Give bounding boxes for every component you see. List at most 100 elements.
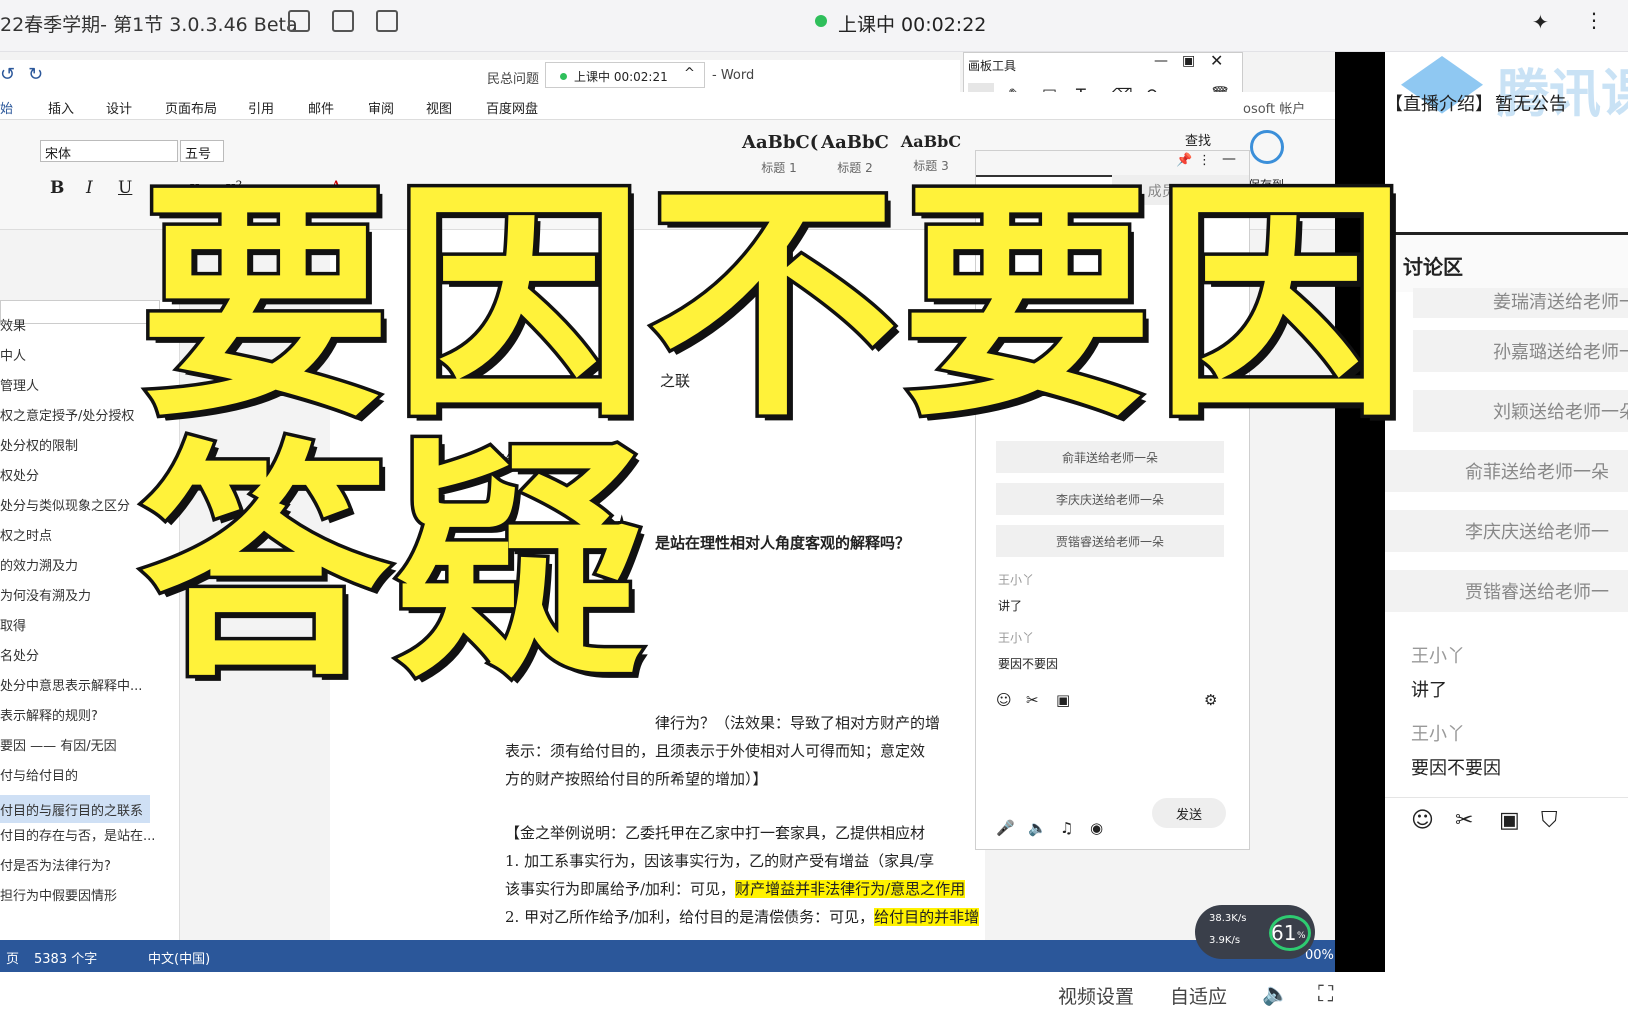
nav-item[interactable]: 权之时点 — [0, 525, 52, 544]
doc-highlight: 财产增益并非法律行为/意思之作用 — [735, 880, 966, 898]
volume-icon[interactable]: 🔈 — [1262, 982, 1289, 1007]
bold-button[interactable]: B — [50, 178, 64, 198]
nav-item[interactable]: 付目的与履行目的之联系 — [0, 795, 150, 823]
nav-item[interactable]: 处分权的限制 — [0, 435, 78, 454]
tab-design[interactable]: 设计 — [106, 98, 132, 117]
pin-icon[interactable]: ✦ — [1532, 10, 1549, 34]
popout-icon[interactable] — [332, 10, 354, 32]
style-preview: AaBbC — [821, 132, 889, 153]
underline-button[interactable]: U — [118, 178, 132, 198]
nav-item[interactable]: 担行为中假要因情形 — [0, 885, 117, 904]
nav-item[interactable]: 表示解释的规则? — [0, 705, 98, 724]
tab-mailings[interactable]: 邮件 — [308, 98, 334, 117]
nav-item[interactable]: 效果 — [0, 315, 26, 334]
gift-message: 李庆庆送给老师一 — [1385, 510, 1628, 552]
speaker-icon[interactable]: 🔈 — [1028, 819, 1047, 837]
overlay-title-line1: 要因不要因 — [137, 159, 1410, 450]
restore-icon[interactable]: ▣ — [1182, 53, 1195, 69]
report-icon[interactable] — [376, 10, 398, 32]
gift-message: 姜瑞清送给老师一 — [1413, 288, 1628, 318]
doc-line: 表示：须有给付目的，且须表示于外使相对人可得而知；意定效 — [505, 742, 926, 760]
nav-item[interactable]: 名处分 — [0, 645, 39, 664]
tab-view[interactable]: 视图 — [426, 98, 452, 117]
tab-references[interactable]: 引用 — [248, 98, 274, 117]
settings-icon[interactable]: ⚙ — [1204, 691, 1217, 709]
tab-review[interactable]: 审阅 — [368, 98, 394, 117]
nav-item[interactable]: 取得 — [0, 615, 26, 634]
video-settings-button[interactable]: 视频设置 — [1058, 982, 1134, 1009]
doc-line: 2. 甲对乙所作给予/加利，给付目的是清偿债务：可见，给付目的并非增 — [505, 906, 980, 927]
doc-line: 方的财产按照给付目的所希望的增加）】 — [505, 770, 768, 788]
nav-item[interactable]: 管理人 — [0, 375, 39, 394]
gift-message: 刘颖送给老师一朵 — [1413, 390, 1628, 432]
chat-icon[interactable] — [288, 10, 310, 32]
minimize-icon[interactable]: — — [1154, 53, 1168, 69]
language[interactable]: 中文(中国) — [148, 948, 210, 967]
doc-line: 1. 加工系事实行为，因该事实行为，乙的财产受有增益（家具/享 — [505, 852, 935, 870]
tab-home[interactable]: 始 — [0, 98, 13, 117]
nav-item[interactable]: 权之意定授予/处分授权 — [0, 405, 134, 424]
nav-item[interactable]: 处分与类似现象之区分 — [0, 495, 130, 514]
tab-layout[interactable]: 页面布局 — [165, 98, 217, 117]
message-user: 王小丫 — [1411, 646, 1465, 667]
fit-button[interactable]: 自适应 — [1170, 982, 1227, 1009]
nav-item[interactable]: 中人 — [0, 345, 26, 364]
scissors-icon[interactable]: ✂ — [1455, 808, 1473, 833]
nav-item[interactable]: 付目的存在与否，是站在... — [0, 825, 155, 844]
message-text: 讲了 — [998, 599, 1023, 613]
italic-button[interactable]: I — [86, 178, 93, 198]
style-preview: AaBbC — [900, 132, 962, 151]
inner-live-status: 上课中 00:02:21 — [574, 70, 668, 84]
emoji-icon[interactable]: ☺ — [1411, 808, 1434, 833]
gift-message: 李庆庆送给老师一朵 — [996, 483, 1224, 515]
notice-label: 【直播介绍】 — [1385, 94, 1493, 115]
upload-speed: 38.3K/s — [1209, 913, 1247, 924]
nav-item[interactable]: 付是否为法律行为? — [0, 855, 111, 874]
image-icon[interactable]: ▣ — [1499, 808, 1520, 833]
account-label[interactable]: osoft 帐户 — [1243, 98, 1305, 117]
doc-title: - Word — [712, 68, 755, 83]
fullscreen-icon[interactable]: ⛶ — [1318, 982, 1333, 1007]
music-icon[interactable]: ♫ — [1060, 819, 1073, 837]
live-status: 上课中 00:02:22 — [838, 14, 987, 36]
camera-icon[interactable]: ◉ — [1090, 819, 1103, 837]
nav-item[interactable]: 的效力溯及力 — [0, 555, 78, 574]
nav-item[interactable]: 付与给付目的 — [0, 765, 78, 784]
mic-icon[interactable]: 🎤 — [996, 819, 1015, 837]
qa-tab[interactable]: 民总问题 — [487, 68, 539, 87]
network-meter: 38.3K/s 3.9K/s 61 % — [1195, 905, 1315, 959]
redo-icon[interactable]: ↻ — [28, 64, 43, 85]
send-button[interactable]: 发送 — [1152, 798, 1226, 828]
inner-live-box: 上课中 00:02:21 ^ — [545, 62, 705, 88]
panel-tab-discussion[interactable]: 讨论区 — [1385, 232, 1628, 292]
find-button[interactable]: 查找 — [1185, 130, 1211, 149]
right-panel: 腾讯课 【直播介绍】 暂无公告 讨论区 姜瑞清送给老师一 孙嘉璐送给老师一 刘颖… — [1385, 52, 1628, 1017]
image-icon[interactable]: ▣ — [1056, 691, 1070, 709]
player-bottom-bar: 视频设置 自适应 🔈 ⛶ — [0, 972, 1335, 1017]
message-user: 王小丫 — [998, 573, 1035, 587]
nav-item[interactable]: 要因 —— 有因/无因 — [0, 735, 117, 754]
emoji-icon[interactable]: ☺ — [996, 691, 1012, 709]
tab-insert[interactable]: 插入 — [48, 98, 74, 117]
shield-icon[interactable]: ⛉ — [1541, 808, 1558, 833]
more-icon[interactable]: ⋮ — [1584, 8, 1604, 32]
tab-baidu[interactable]: 百度网盘 — [486, 98, 538, 117]
zoom-level[interactable]: 00% — [1305, 948, 1334, 963]
doc-line: 【金之举例说明：乙委托甲在乙家中打一套家具，乙提供相应材 — [505, 824, 926, 842]
doc-line: 律行为？（法效果：导致了相对方财产的增 — [655, 714, 941, 732]
nav-item[interactable]: 处分中意思表示解释中... — [0, 675, 142, 694]
nav-item[interactable]: 权处分 — [0, 465, 39, 484]
overlay-title-line2: 答疑 — [137, 419, 648, 710]
chevron-up-icon[interactable]: ^ — [684, 66, 695, 81]
undo-icon[interactable]: ↺ — [0, 64, 15, 85]
nav-item[interactable]: 为何没有溯及力 — [0, 585, 91, 604]
word-count[interactable]: 5383 个字 — [34, 948, 97, 967]
close-icon[interactable]: ✕ — [1210, 51, 1223, 70]
gift-message: 贾锴睿送给老师一 — [1385, 570, 1628, 612]
word-status-bar: 页 5383 个字 中文(中国) 00% — [0, 940, 1335, 972]
app-title-bar: 22春季学期- 第1节 3.0.3.46 Beta 上课中 00:02:22 ✦… — [0, 0, 1628, 52]
notice-text: 暂无公告 — [1495, 94, 1567, 115]
cpu-percent-unit: % — [1297, 931, 1306, 941]
scissors-icon[interactable]: ✂ — [1026, 691, 1039, 709]
ribbon-tabs: 始 插入 设计 页面布局 引用 邮件 审阅 视图 百度网盘 osoft 帐户 — [0, 92, 1335, 120]
